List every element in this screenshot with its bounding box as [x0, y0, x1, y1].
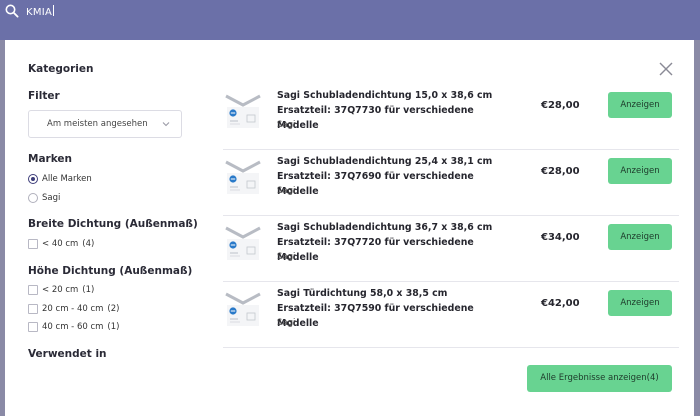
height-filter-heading: Höhe Dichtung (Außenmaß) [28, 265, 193, 277]
search-input[interactable]: KMIA [26, 5, 55, 18]
sort-select[interactable]: Am meisten angesehen [28, 110, 182, 138]
brand-option-label: Sagi [42, 193, 61, 203]
height-option-label: 20 cm - 40 cm [42, 304, 104, 314]
height-option-count: (1) [82, 285, 95, 295]
close-icon[interactable] [657, 60, 675, 78]
result-row[interactable]: Sagi Schubladendichtung 15,0 x 38,6 cm E… [223, 84, 679, 150]
height-option-20-40[interactable]: 20 cm - 40 cm (2) [28, 304, 119, 314]
width-option-count: (4) [82, 239, 95, 249]
text-cursor [53, 5, 55, 16]
brand-option-sagi[interactable]: Sagi [28, 193, 60, 203]
product-price: €28,00 [541, 166, 580, 177]
show-product-button[interactable]: Anzeigen [608, 224, 672, 250]
product-price: €28,00 [541, 100, 580, 111]
radio-selected[interactable] [28, 174, 38, 184]
product-image [225, 160, 261, 194]
height-option-label: 40 cm - 60 cm [42, 322, 104, 332]
search-icon[interactable] [5, 4, 19, 18]
show-product-button[interactable]: Anzeigen [608, 290, 672, 316]
show-product-button[interactable]: Anzeigen [608, 158, 672, 184]
product-brand: Sagi [277, 120, 296, 130]
brands-heading: Marken [28, 153, 73, 165]
height-option-40-60[interactable]: 40 cm - 60 cm (1) [28, 322, 119, 332]
product-title[interactable]: Sagi Türdichtung 58,0 x 38,5 cm Ersatzte… [277, 286, 502, 331]
search-results-modal: Kategorien Filter Am meisten angesehen M… [5, 40, 694, 416]
width-option-lt40[interactable]: < 40 cm (4) [28, 239, 94, 249]
search-query-text: KMIA [26, 7, 53, 18]
product-title[interactable]: Sagi Schubladendichtung 15,0 x 38,6 cm E… [277, 88, 502, 133]
result-row[interactable]: Sagi Schubladendichtung 25,4 x 38,1 cm E… [223, 150, 679, 216]
height-option-count: (2) [107, 304, 120, 314]
product-price: €34,00 [541, 232, 580, 243]
radio-unselected[interactable] [28, 193, 38, 203]
width-option-label: < 40 cm [42, 239, 79, 249]
filter-heading: Filter [28, 90, 60, 102]
product-image [225, 94, 261, 128]
categories-heading: Kategorien [28, 63, 94, 75]
show-all-results-button[interactable]: Alle Ergebnisse anzeigen(4) [527, 365, 672, 392]
checkbox[interactable] [28, 285, 38, 295]
product-price: €42,00 [541, 298, 580, 309]
checkbox[interactable] [28, 304, 38, 314]
product-title[interactable]: Sagi Schubladendichtung 36,7 x 38,6 cm E… [277, 220, 502, 265]
height-option-label: < 20 cm [42, 285, 79, 295]
checkbox[interactable] [28, 322, 38, 332]
checkbox[interactable] [28, 239, 38, 249]
product-image [225, 292, 261, 326]
height-option-count: (1) [107, 322, 120, 332]
chevron-down-icon [162, 122, 170, 127]
width-filter-heading: Breite Dichtung (Außenmaß) [28, 218, 198, 230]
result-row[interactable]: Sagi Schubladendichtung 36,7 x 38,6 cm E… [223, 216, 679, 282]
product-image [225, 226, 261, 260]
search-bar: KMIA [0, 0, 700, 40]
product-brand: Sagi [277, 318, 296, 328]
brand-option-all[interactable]: Alle Marken [28, 174, 92, 184]
result-row[interactable]: Sagi Türdichtung 58,0 x 38,5 cm Ersatzte… [223, 282, 679, 348]
product-title[interactable]: Sagi Schubladendichtung 25,4 x 38,1 cm E… [277, 154, 502, 199]
brand-option-label: Alle Marken [42, 174, 92, 184]
show-product-button[interactable]: Anzeigen [608, 92, 672, 118]
product-brand: Sagi [277, 252, 296, 262]
used-in-heading: Verwendet in [28, 348, 107, 360]
sort-select-value: Am meisten angesehen [47, 119, 148, 129]
height-option-lt20[interactable]: < 20 cm (1) [28, 285, 94, 295]
product-brand: Sagi [277, 186, 296, 196]
